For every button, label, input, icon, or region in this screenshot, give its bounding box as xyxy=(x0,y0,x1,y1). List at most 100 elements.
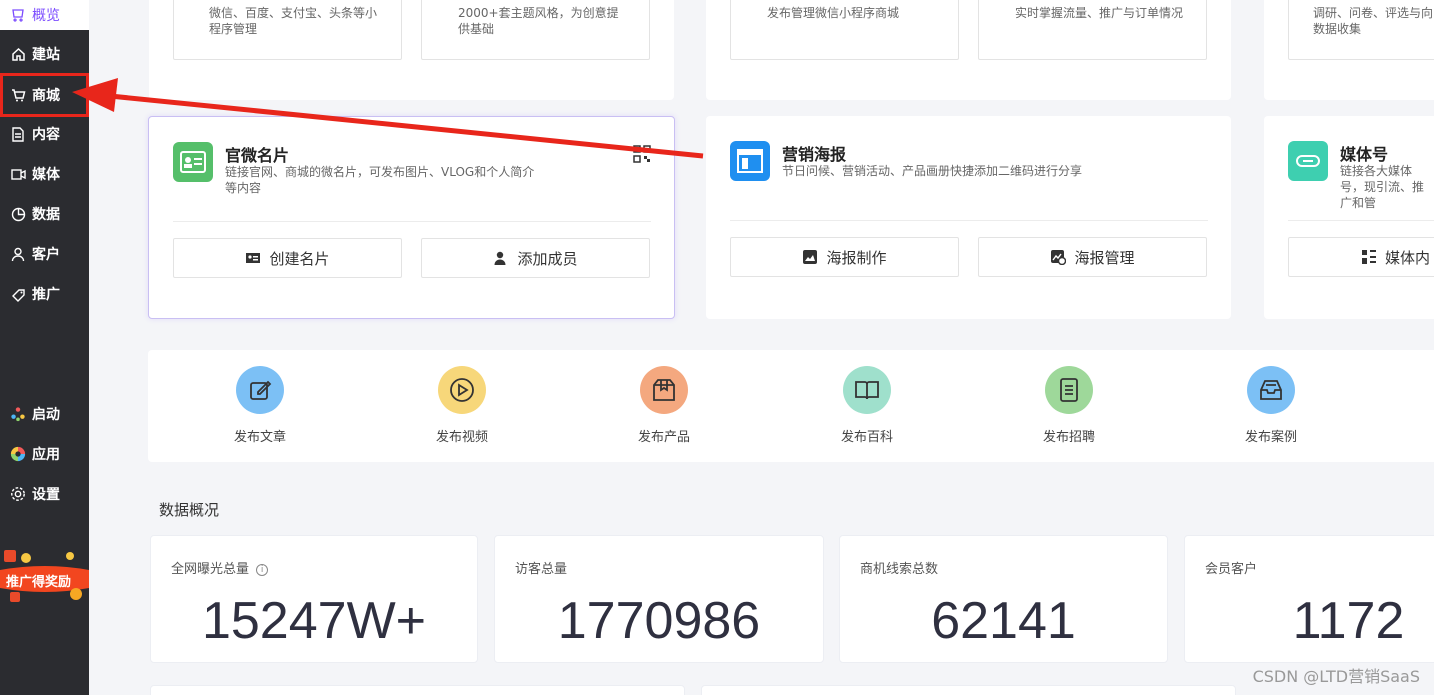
qrcode-icon[interactable] xyxy=(633,145,651,163)
quick-actions-panel: 发布文章 发布视频 发布产品 发布百科 发布招聘 发布案例 xyxy=(148,350,1434,462)
bottom-card-left xyxy=(150,685,685,695)
promo-banner[interactable]: 推广得奖励 xyxy=(0,548,89,604)
sidebar-item-overview[interactable]: 概览 xyxy=(0,0,89,30)
make-poster-button[interactable]: 海报制作 xyxy=(730,237,959,277)
card-mall: 发布管理微信小程序商城 实时掌握流量、推广与订单情况 xyxy=(706,0,1231,100)
home-icon xyxy=(10,46,26,62)
sidebar-item-promote[interactable]: 推广 xyxy=(0,276,89,312)
publish-wiki-action[interactable]: 发布百科 xyxy=(807,366,927,445)
card-poster: 营销海报 节日问候、营销活动、产品画册快捷添加二维码进行分享 海报制作 海报管理 xyxy=(706,116,1231,319)
sidebar-item-content[interactable]: 内容 xyxy=(0,116,89,152)
create-card-button[interactable]: 创建名片 xyxy=(173,238,402,278)
create-card-label: 创建名片 xyxy=(269,249,330,268)
sidebar-item-label: 商城 xyxy=(32,88,60,104)
promo-label: 推广得奖励 xyxy=(6,575,72,590)
stat-label: 商机线索总数 xyxy=(860,562,939,577)
apps-icon xyxy=(10,446,26,462)
card-desc: 节日问候、营销活动、产品画册快捷添加二维码进行分享 xyxy=(782,164,1083,178)
sidebar: 概览 建站 商城 内容 媒体 数据 客户 推广 启动 应用 设置 推广得奖励 xyxy=(0,0,89,695)
stat-value: 1172 xyxy=(1292,592,1405,650)
action-label: 发布文章 xyxy=(233,430,286,445)
publish-video-action[interactable]: 发布视频 xyxy=(402,366,522,445)
sidebar-item-label: 推广 xyxy=(32,287,60,303)
inbox-icon xyxy=(1247,366,1295,414)
box-icon xyxy=(640,366,688,414)
card-icon xyxy=(173,142,213,182)
card-miniprogram: 微信、百度、支付宝、头条等小程序管理 2000+套主题风格，为创意提供基础 xyxy=(149,0,674,100)
card-desc: 链接各大媒体号，现引流、推广和管 xyxy=(1340,164,1425,210)
theme-button[interactable]: 2000+套主题风格，为创意提供基础 xyxy=(421,0,650,60)
image-edit-icon xyxy=(802,249,818,265)
theme-desc: 2000+套主题风格，为创意提供基础 xyxy=(458,6,619,36)
media-icon xyxy=(1288,141,1328,181)
user-icon xyxy=(10,246,26,262)
document-icon xyxy=(10,126,26,142)
manage-poster-label: 海报管理 xyxy=(1074,248,1135,267)
action-label: 发布产品 xyxy=(637,430,690,445)
media-content-label: 媒体内 xyxy=(1385,248,1431,267)
stat-label: 全网曝光总量 i xyxy=(171,558,269,577)
card-title: 媒体号 xyxy=(1340,145,1389,164)
mall-miniprogram-button[interactable]: 发布管理微信小程序商城 xyxy=(730,0,959,60)
stat-value: 62141 xyxy=(931,592,1076,650)
mall-report-button[interactable]: 实时掌握流量、推广与订单情况 xyxy=(978,0,1207,60)
tag-icon xyxy=(10,286,26,302)
sidebar-item-mall[interactable]: 商城 xyxy=(0,73,89,117)
cart-icon xyxy=(10,87,26,103)
video-icon xyxy=(10,166,26,182)
publish-product-action[interactable]: 发布产品 xyxy=(604,366,724,445)
media-content-button[interactable]: 媒体内 xyxy=(1288,237,1434,277)
sidebar-item-apps[interactable]: 应用 xyxy=(0,436,89,472)
card-weicard: 官微名片 链接官网、商城的微名片，可发布图片、VLOG和个人简介等内容 创建名片… xyxy=(148,116,675,319)
list-icon xyxy=(1045,366,1093,414)
divider xyxy=(730,220,1208,221)
publish-article-action[interactable]: 发布文章 xyxy=(200,366,320,445)
stat-label: 会员客户 xyxy=(1205,562,1258,577)
stat-label: 访客总量 xyxy=(515,562,568,577)
sidebar-item-label: 概览 xyxy=(32,8,60,24)
play-icon xyxy=(438,366,486,414)
sidebar-item-media[interactable]: 媒体 xyxy=(0,156,89,192)
miniprogram-desc: 微信、百度、支付宝、头条等小程序管理 xyxy=(209,6,378,36)
form-button[interactable]: 调研、问卷、评选与向数据收集 xyxy=(1288,0,1434,60)
action-label: 发布招聘 xyxy=(1042,430,1095,445)
card-title: 营销海报 xyxy=(782,145,847,164)
bottom-card-right xyxy=(701,685,1236,695)
shop-icon xyxy=(10,7,26,23)
sidebar-item-label: 应用 xyxy=(32,447,60,463)
add-member-button[interactable]: 添加成员 xyxy=(421,238,650,278)
sidebar-item-build[interactable]: 建站 xyxy=(0,36,89,72)
sidebar-item-settings[interactable]: 设置 xyxy=(0,476,89,512)
book-icon xyxy=(843,366,891,414)
sidebar-item-label: 媒体 xyxy=(32,167,60,183)
sidebar-item-label: 建站 xyxy=(32,47,60,63)
edit-icon xyxy=(236,366,284,414)
card-small-icon xyxy=(245,250,261,266)
action-label: 发布案例 xyxy=(1244,430,1297,445)
card-title: 官微名片 xyxy=(225,146,290,165)
make-poster-label: 海报制作 xyxy=(826,248,887,267)
card-media: 媒体号 链接各大媒体号，现引流、推广和管 媒体内 xyxy=(1264,116,1434,319)
mall-report-desc: 实时掌握流量、推广与订单情况 xyxy=(1015,6,1184,20)
miniprogram-button[interactable]: 微信、百度、支付宝、头条等小程序管理 xyxy=(173,0,402,60)
stat-card-members: 会员客户 1172 xyxy=(1184,535,1434,663)
manage-poster-button[interactable]: 海报管理 xyxy=(978,237,1207,277)
gear-icon xyxy=(10,486,26,502)
poster-icon xyxy=(730,141,770,181)
form-desc: 调研、问卷、评选与向数据收集 xyxy=(1313,6,1434,36)
sidebar-item-customer[interactable]: 客户 xyxy=(0,236,89,272)
watermark: CSDN @LTD营销SaaS xyxy=(1252,667,1420,686)
stat-card-visitors: 访客总量 1770986 xyxy=(494,535,824,663)
publish-case-action[interactable]: 发布案例 xyxy=(1211,366,1331,445)
action-label: 发布百科 xyxy=(840,430,893,445)
add-member-label: 添加成员 xyxy=(517,249,578,268)
info-icon[interactable]: i xyxy=(256,564,269,576)
publish-job-action[interactable]: 发布招聘 xyxy=(1009,366,1129,445)
sidebar-item-data[interactable]: 数据 xyxy=(0,196,89,232)
action-label: 发布视频 xyxy=(435,430,488,445)
sidebar-item-label: 内容 xyxy=(32,127,60,143)
sidebar-item-launch[interactable]: 启动 xyxy=(0,396,89,432)
pie-icon xyxy=(10,206,26,222)
card-desc: 链接官网、商城的微名片，可发布图片、VLOG和个人简介等内容 xyxy=(225,165,535,195)
sidebar-item-label: 数据 xyxy=(32,207,60,223)
